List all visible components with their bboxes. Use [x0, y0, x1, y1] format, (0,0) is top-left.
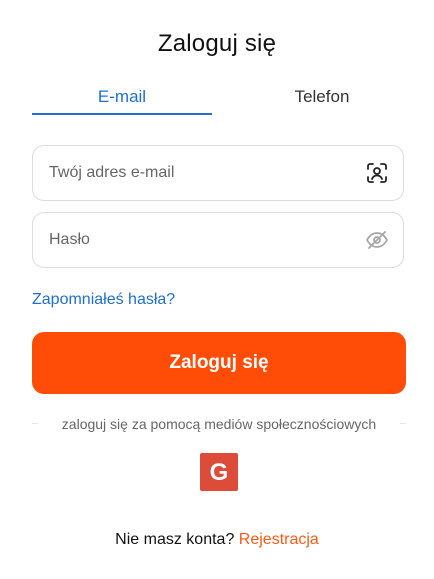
eye-off-icon[interactable]: [365, 228, 389, 252]
login-method-tabs: E-mail Telefon: [32, 80, 406, 116]
register-prompt: Nie masz konta? Rejestracja: [0, 531, 434, 549]
tab-phone[interactable]: Telefon: [252, 80, 392, 116]
register-link[interactable]: Rejestracja: [239, 531, 319, 548]
password-input[interactable]: [49, 213, 349, 267]
face-scan-icon[interactable]: [365, 161, 389, 185]
google-icon: G: [210, 459, 229, 486]
email-input[interactable]: [49, 146, 349, 200]
forgot-password-link[interactable]: Zapomniałeś hasła?: [32, 291, 175, 309]
social-login-label: zaloguj się za pomocą mediów społecznośc…: [61, 416, 377, 432]
active-tab-indicator: [32, 113, 212, 115]
email-field: [32, 145, 404, 201]
register-prompt-text: Nie masz konta?: [115, 531, 235, 548]
login-button[interactable]: Zaloguj się: [32, 332, 406, 394]
password-field: [32, 212, 404, 268]
page-title: Zaloguj się: [157, 30, 277, 57]
social-divider: zaloguj się za pomocą mediów społecznośc…: [32, 414, 406, 434]
google-login-button[interactable]: G: [200, 453, 238, 491]
tab-email[interactable]: E-mail: [32, 80, 212, 116]
divider-line-right: [400, 423, 406, 424]
svg-text:G: G: [210, 459, 229, 486]
